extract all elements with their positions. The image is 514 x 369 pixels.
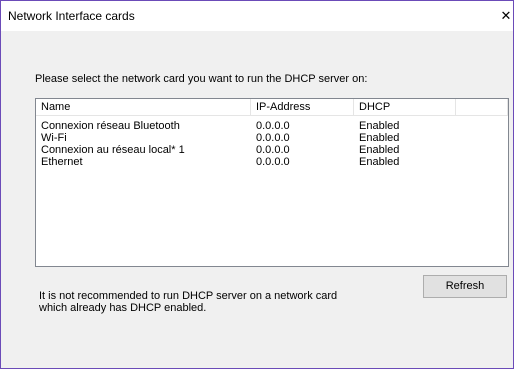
list-body: Connexion réseau Bluetooth 0.0.0.0 Enabl… [36, 120, 508, 168]
window-title: Network Interface cards [8, 9, 135, 23]
refresh-button[interactable]: Refresh [423, 275, 507, 298]
cell-dhcp: Enabled [359, 120, 400, 132]
cell-ip-address: 0.0.0.0 [256, 144, 290, 156]
table-row[interactable]: Connexion au réseau local* 1 0.0.0.0 Ena… [36, 144, 508, 156]
cell-ip-address: 0.0.0.0 [256, 132, 290, 144]
cell-name: Connexion réseau Bluetooth [41, 120, 180, 132]
column-header-dhcp[interactable]: DHCP [354, 99, 456, 116]
warning-line-1: It is not recommended to run DHCP server… [39, 290, 338, 302]
cell-name: Wi-Fi [41, 132, 67, 144]
table-row[interactable]: Connexion réseau Bluetooth 0.0.0.0 Enabl… [36, 120, 508, 132]
close-icon[interactable]: ✕ [499, 1, 513, 31]
dhcp-warning-text: It is not recommended to run DHCP server… [39, 290, 337, 314]
cell-ip-address: 0.0.0.0 [256, 120, 290, 132]
column-header-name[interactable]: Name [36, 99, 251, 116]
column-header-filler [456, 99, 508, 116]
cell-name: Ethernet [41, 156, 83, 168]
dialog-window: Network Interface cards ✕ Please select … [0, 0, 514, 369]
title-bar: Network Interface cards ✕ [1, 1, 513, 31]
instruction-label: Please select the network card you want … [35, 73, 368, 85]
cell-dhcp: Enabled [359, 156, 400, 168]
table-row[interactable]: Wi-Fi 0.0.0.0 Enabled [36, 132, 508, 144]
cell-ip-address: 0.0.0.0 [256, 156, 290, 168]
list-header: Name IP-Address DHCP [36, 99, 508, 117]
warning-line-2: which already has DHCP enabled. [39, 302, 207, 314]
cell-name: Connexion au réseau local* 1 [41, 144, 185, 156]
column-header-ip-address[interactable]: IP-Address [251, 99, 354, 116]
cell-dhcp: Enabled [359, 144, 400, 156]
network-card-list[interactable]: Name IP-Address DHCP Connexion réseau Bl… [35, 98, 509, 267]
cell-dhcp: Enabled [359, 132, 400, 144]
table-row[interactable]: Ethernet 0.0.0.0 Enabled [36, 156, 508, 168]
